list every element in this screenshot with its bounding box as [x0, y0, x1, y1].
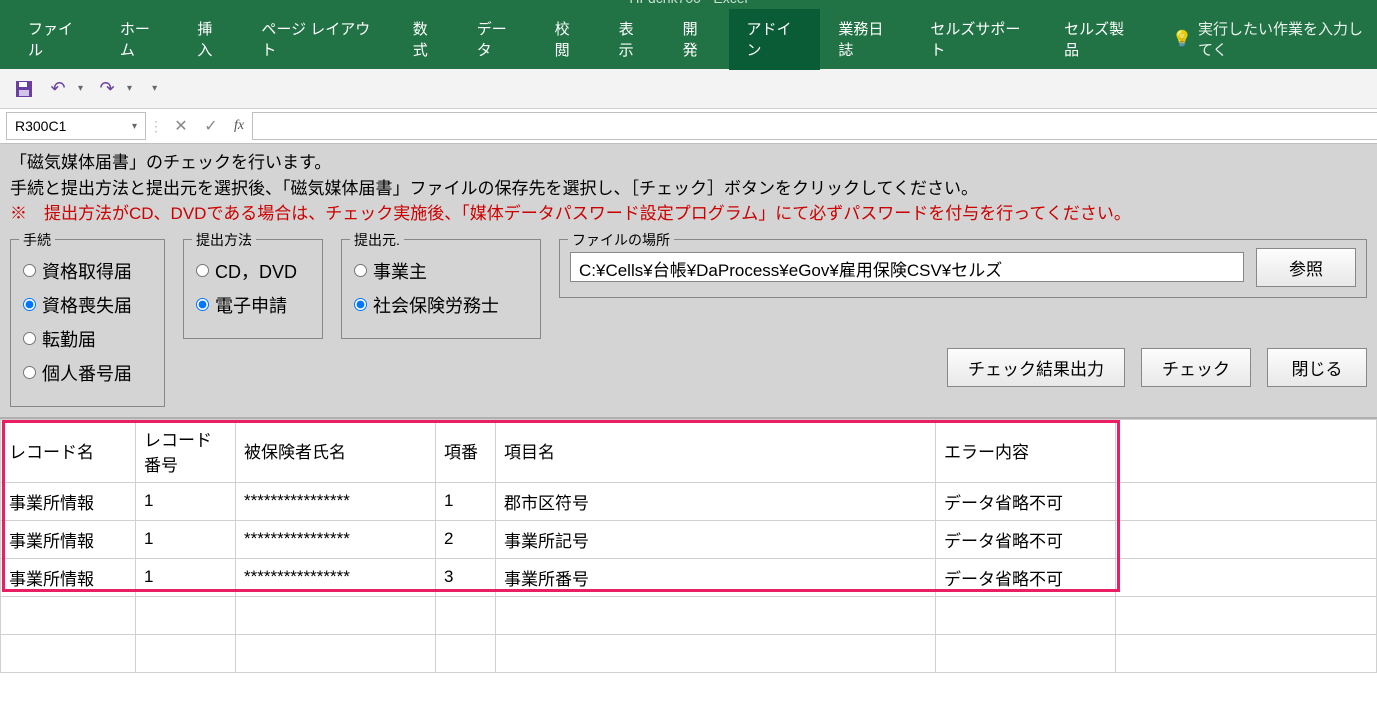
tell-me[interactable]: 💡 実行したい作業を入力してく	[1172, 18, 1377, 60]
radio-method-1[interactable]: 電子申請	[196, 292, 310, 318]
radio-procedure-1[interactable]: 資格喪失届	[23, 292, 152, 318]
undo-dropdown-icon[interactable]: ▾	[78, 83, 83, 94]
group-method-label: 提出方法	[192, 230, 256, 250]
tab-page-layout[interactable]: ページ レイアウト	[243, 8, 394, 70]
group-procedure: 手続 資格取得届 資格喪失届 転勤届 個人番号届	[10, 239, 165, 407]
group-method: 提出方法 CD，DVD 電子申請	[183, 239, 323, 339]
formula-input[interactable]	[252, 112, 1377, 140]
group-procedure-label: 手続	[19, 230, 55, 250]
app-title: HFdchk700 - Excel	[629, 0, 747, 6]
instruction-1: 「磁気媒体届書」のチェックを行います。	[10, 150, 1367, 176]
name-box-value: R300C1	[15, 118, 66, 134]
form-panel: 「磁気媒体届書」のチェックを行います。 手続と提出方法と提出元を選択後、「磁気媒…	[0, 144, 1377, 419]
tab-review[interactable]: 校閲	[537, 8, 601, 70]
table-row[interactable]	[1, 596, 1377, 634]
table-row[interactable]	[1, 634, 1377, 672]
output-button[interactable]: チェック結果出力	[947, 348, 1125, 387]
tab-gyoumu[interactable]: 業務日誌	[820, 8, 912, 70]
radio-source-1[interactable]: 社会保険労務士	[354, 292, 528, 318]
browse-button[interactable]: 参照	[1256, 248, 1356, 287]
table-header-row: レコード名 レコード番号 被保険者氏名 項番 項目名 エラー内容	[1, 419, 1377, 482]
chevron-down-icon: ▾	[132, 121, 137, 132]
undo-icon[interactable]: ↶	[44, 75, 72, 103]
fx-icon[interactable]: fx	[234, 118, 244, 134]
cancel-formula-icon[interactable]: ✕	[166, 116, 196, 136]
tab-addin[interactable]: アドイン	[729, 8, 821, 70]
radio-method-0[interactable]: CD，DVD	[196, 258, 310, 284]
group-source: 提出元. 事業主 社会保険労務士	[341, 239, 541, 339]
qat-customize-icon[interactable]: ▾	[152, 83, 157, 94]
radio-source-0[interactable]: 事業主	[354, 258, 528, 284]
tab-formulas[interactable]: 数式	[395, 8, 459, 70]
tab-file[interactable]: ファイル	[10, 8, 102, 70]
header-insured: 被保険者氏名	[236, 419, 436, 482]
tab-insert[interactable]: 挿入	[179, 8, 243, 70]
table-row[interactable]: 事業所情報 1 **************** 3 事業所番号 データ省略不可	[1, 558, 1377, 596]
redo-icon[interactable]: ↷	[93, 75, 121, 103]
file-location-label: ファイルの場所	[568, 230, 674, 250]
tell-me-text: 実行したい作業を入力してく	[1198, 18, 1377, 60]
ribbon-tabs: ファイル ホーム 挿入 ページ レイアウト 数式 データ 校閲 表示 開発 アド…	[0, 9, 1377, 69]
tab-cells-support[interactable]: セルズサポート	[912, 8, 1046, 70]
file-path-input[interactable]: C:¥Cells¥台帳¥DaProcess¥eGov¥雇用保険CSV¥セルズ	[570, 252, 1244, 282]
result-grid-area: レコード名 レコード番号 被保険者氏名 項番 項目名 エラー内容 事業所情報 1…	[0, 419, 1377, 673]
header-rec-num: レコード番号	[136, 419, 236, 482]
result-table: レコード名 レコード番号 被保険者氏名 項番 項目名 エラー内容 事業所情報 1…	[0, 419, 1377, 673]
redo-dropdown-icon[interactable]: ▾	[127, 83, 132, 94]
enter-formula-icon[interactable]: ✓	[196, 116, 226, 136]
radio-procedure-2[interactable]: 転勤届	[23, 326, 152, 352]
header-rec-name: レコード名	[1, 419, 136, 482]
tab-cells-product[interactable]: セルズ製品	[1046, 8, 1152, 70]
check-button[interactable]: チェック	[1141, 348, 1251, 387]
table-row[interactable]: 事業所情報 1 **************** 2 事業所記号 データ省略不可	[1, 520, 1377, 558]
name-box[interactable]: R300C1 ▾	[6, 112, 146, 140]
save-icon[interactable]	[10, 75, 38, 103]
radio-procedure-3[interactable]: 個人番号届	[23, 360, 152, 386]
tab-home[interactable]: ホーム	[102, 8, 180, 70]
close-button[interactable]: 閉じる	[1267, 348, 1367, 387]
instruction-2: 手続と提出方法と提出元を選択後、「磁気媒体届書」ファイルの保存先を選択し、［チェ…	[10, 176, 1367, 202]
separator: ⋮	[146, 118, 166, 135]
tab-view[interactable]: 表示	[601, 8, 665, 70]
instruction-warning: ※ 提出方法がCD、DVDである場合は、チェック実施後、「媒体データパスワード設…	[10, 201, 1367, 227]
formula-bar: R300C1 ▾ ⋮ ✕ ✓ fx	[0, 109, 1377, 144]
title-bar: HFdchk700 - Excel	[0, 0, 1377, 9]
group-file-location: ファイルの場所 C:¥Cells¥台帳¥DaProcess¥eGov¥雇用保険C…	[559, 239, 1367, 298]
header-item-name: 項目名	[496, 419, 936, 482]
header-error: エラー内容	[936, 419, 1116, 482]
lightbulb-icon: 💡	[1172, 29, 1192, 49]
quick-access-toolbar: ↶ ▾ ↷ ▾ ▾	[0, 69, 1377, 109]
tab-data[interactable]: データ	[459, 8, 537, 70]
table-row[interactable]: 事業所情報 1 **************** 1 郡市区符号 データ省略不可	[1, 482, 1377, 520]
tab-developer[interactable]: 開発	[665, 8, 729, 70]
radio-procedure-0[interactable]: 資格取得届	[23, 258, 152, 284]
group-source-label: 提出元.	[350, 230, 404, 250]
header-blank	[1116, 419, 1377, 482]
header-item-num: 項番	[436, 419, 496, 482]
